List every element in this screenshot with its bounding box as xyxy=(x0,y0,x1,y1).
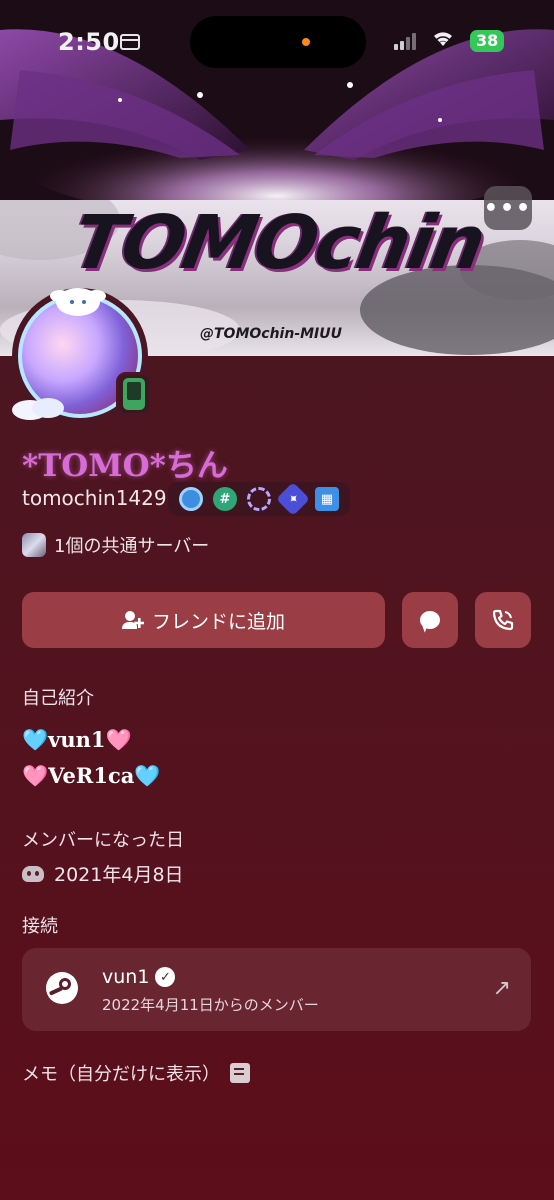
steam-icon xyxy=(46,972,78,1004)
battery-indicator: 38 xyxy=(470,30,505,52)
about-title: 自己紹介 xyxy=(22,688,94,709)
banner-title: TOMOchin xyxy=(66,200,491,286)
banner-handle: @TOMOchin-MIUU xyxy=(200,326,343,342)
cloud-decoration xyxy=(12,398,64,420)
username: tomochin1429 xyxy=(22,486,167,510)
add-friend-button[interactable]: フレンドに追加 xyxy=(22,592,385,648)
server-icon xyxy=(22,533,46,557)
connections-title: 接続 xyxy=(22,916,58,937)
discord-icon xyxy=(22,865,44,882)
mutual-servers-label: 1個の共通サーバー xyxy=(54,536,210,557)
connection-name-row: vun1 ✓ xyxy=(102,966,176,988)
boost-badge-icon[interactable] xyxy=(247,487,271,511)
connection-card-steam[interactable]: vun1 ✓ 2022年4月11日からのメンバー ↗ xyxy=(22,948,531,1031)
badge-list: # ✦ ▦ xyxy=(168,482,350,516)
mutual-servers[interactable]: 1個の共通サーバー xyxy=(22,532,209,558)
bio-line: 🩷VeR1ca🩵 xyxy=(22,763,161,788)
member-since-title: メンバーになった日 xyxy=(22,830,184,851)
phone-icon xyxy=(492,609,514,631)
display-name: *TOMO*ちん xyxy=(22,448,228,484)
member-since-date: 2021年4月8日 xyxy=(22,860,184,887)
status-bar: 2:50 38 xyxy=(0,0,554,84)
member-since-value: 2021年4月8日 xyxy=(54,864,184,886)
verified-icon: ✓ xyxy=(155,967,176,987)
dynamic-island xyxy=(190,16,366,68)
external-link-icon[interactable]: ↗ xyxy=(493,976,511,1001)
connection-subtitle: 2022年4月11日からのメンバー xyxy=(102,996,319,1014)
mobile-status-icon xyxy=(116,372,152,416)
memo-label: メモ（自分だけに表示） xyxy=(22,1064,220,1085)
privacy-indicator xyxy=(302,38,310,46)
cellular-signal-icon xyxy=(394,32,416,50)
wifi-icon xyxy=(430,28,456,54)
calendar-icon xyxy=(120,34,140,50)
quest-badge-icon[interactable]: ✦ xyxy=(276,482,310,516)
gift-badge-icon[interactable]: ▦ xyxy=(315,487,339,511)
chat-bubble-icon xyxy=(420,611,440,629)
status-time: 2:50 xyxy=(58,28,120,56)
more-options-button[interactable]: ••• xyxy=(484,186,532,230)
hypesquad-badge-icon[interactable]: # xyxy=(213,487,237,511)
connection-name: vun1 xyxy=(102,966,150,988)
add-friend-icon xyxy=(121,611,144,629)
bio-line: 🩵vun1🩷 xyxy=(22,727,132,752)
nitro-badge-icon[interactable] xyxy=(179,487,203,511)
call-button[interactable] xyxy=(475,592,531,648)
avatar[interactable] xyxy=(12,288,152,424)
bio-text: 🩵vun1🩷 🩷VeR1ca🩵 xyxy=(22,722,160,794)
message-button[interactable] xyxy=(402,592,458,648)
cinnamoroll-decoration xyxy=(50,288,106,316)
memo-row[interactable]: メモ（自分だけに表示） xyxy=(22,1060,250,1086)
memo-edit-icon[interactable] xyxy=(230,1063,250,1083)
add-friend-label: フレンドに追加 xyxy=(151,610,285,633)
